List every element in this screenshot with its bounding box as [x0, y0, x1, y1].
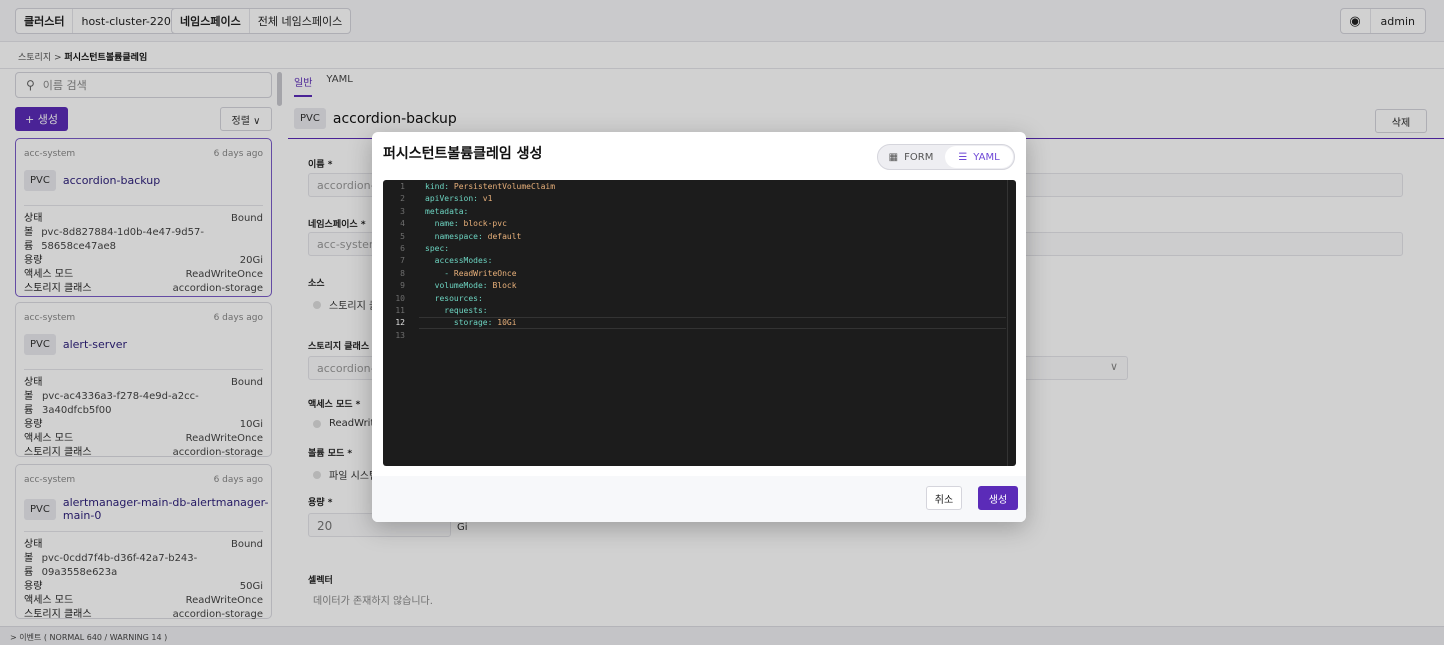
yaml-value: v1	[482, 194, 493, 204]
code-line[interactable]: 1 kind: PersistentVolumeClaim	[383, 181, 1016, 193]
yaml-value: default	[487, 231, 522, 241]
line-number: 6	[400, 244, 405, 253]
line-number: 4	[400, 219, 405, 229]
line-number: 7	[400, 256, 405, 266]
yaml-value: PersistentVolumeClaim	[453, 182, 556, 191]
code-text: name: block-pvc	[425, 218, 507, 230]
toggle-form-label: FORM	[904, 151, 934, 163]
yaml-key: accessModes:	[425, 256, 493, 266]
yaml-key: volumeMode:	[425, 281, 493, 291]
code-text: accessModes:	[425, 255, 493, 267]
list-icon: ☰	[958, 151, 968, 163]
create-confirm-button[interactable]: 생성	[978, 486, 1018, 510]
code-line[interactable]: 11 requests:	[383, 305, 1016, 317]
code-line[interactable]: 4 name: block-pvc	[383, 218, 1016, 230]
mode-toggle: ▦ FORM ☰ YAML	[877, 144, 1015, 170]
yaml-key: storage:	[425, 318, 498, 328]
line-number: 11	[395, 306, 405, 315]
code-text: resources:	[425, 293, 483, 305]
line-number: 3	[400, 206, 405, 216]
code-text: spec:	[425, 243, 449, 255]
code-line[interactable]: 12 storage: 10Gi	[383, 317, 1016, 330]
line-number: 2	[400, 194, 405, 204]
code-line[interactable]: 3 metadata:	[383, 206, 1016, 218]
code-text: kind: PersistentVolumeClaim	[425, 181, 555, 193]
line-number: 1	[400, 182, 405, 191]
line-number: 13	[395, 330, 405, 340]
code-text: storage: 10Gi	[425, 317, 517, 329]
code-text: volumeMode: Block	[425, 280, 517, 292]
yaml-key: apiVersion:	[425, 194, 483, 204]
toggle-form[interactable]: ▦ FORM	[878, 146, 944, 168]
code-line[interactable]: 2 apiVersion: v1	[383, 193, 1016, 205]
code-text: namespace: default	[425, 231, 522, 243]
line-number: 12	[395, 318, 405, 328]
code-text: - ReadWriteOnce	[425, 268, 517, 280]
create-pvc-dialog: 퍼시스턴트볼륨클레임 생성 ▦ FORM ☰ YAML 1 kind: Persist…	[372, 132, 1026, 522]
cancel-button[interactable]: 취소	[926, 486, 962, 510]
code-line[interactable]: 9 volumeMode: Block	[383, 280, 1016, 292]
yaml-value: ReadWriteOnce	[453, 268, 517, 278]
yaml-key: metadata:	[425, 206, 469, 216]
code-line[interactable]: 13	[383, 330, 1016, 342]
code-line[interactable]: 8 - ReadWriteOnce	[383, 268, 1016, 280]
yaml-key: kind:	[425, 182, 454, 191]
line-number: 10	[395, 293, 405, 303]
toggle-yaml[interactable]: ☰ YAML	[945, 146, 1013, 168]
code-text: requests:	[425, 305, 488, 317]
code-line[interactable]: 10 resources:	[383, 293, 1016, 305]
line-number: 5	[400, 231, 405, 241]
yaml-key: spec:	[425, 244, 450, 253]
toggle-yaml-label: YAML	[973, 151, 1000, 163]
yaml-key: name:	[425, 219, 464, 229]
code-line[interactable]: 7 accessModes:	[383, 255, 1016, 267]
code-text: apiVersion: v1	[425, 193, 492, 205]
yaml-key: requests:	[425, 306, 488, 315]
code-line[interactable]: 6 spec:	[383, 243, 1016, 255]
yaml-editor[interactable]: 1 kind: PersistentVolumeClaim 2 apiVersion:…	[383, 180, 1016, 466]
yaml-value: Block	[492, 281, 517, 291]
yaml-key: resources:	[425, 293, 483, 303]
grid-icon: ▦	[888, 151, 899, 163]
yaml-key: namespace:	[425, 231, 488, 241]
line-number: 9	[400, 281, 405, 291]
yaml-value: block-pvc	[463, 219, 507, 229]
yaml-value: 10Gi	[497, 318, 517, 328]
line-number: 8	[400, 268, 405, 278]
code-line[interactable]: 5 namespace: default	[383, 231, 1016, 243]
yaml-key: -	[425, 268, 454, 278]
code-text: metadata:	[425, 206, 468, 218]
dialog-title: 퍼시스턴트볼륨클레임 생성	[383, 146, 543, 162]
